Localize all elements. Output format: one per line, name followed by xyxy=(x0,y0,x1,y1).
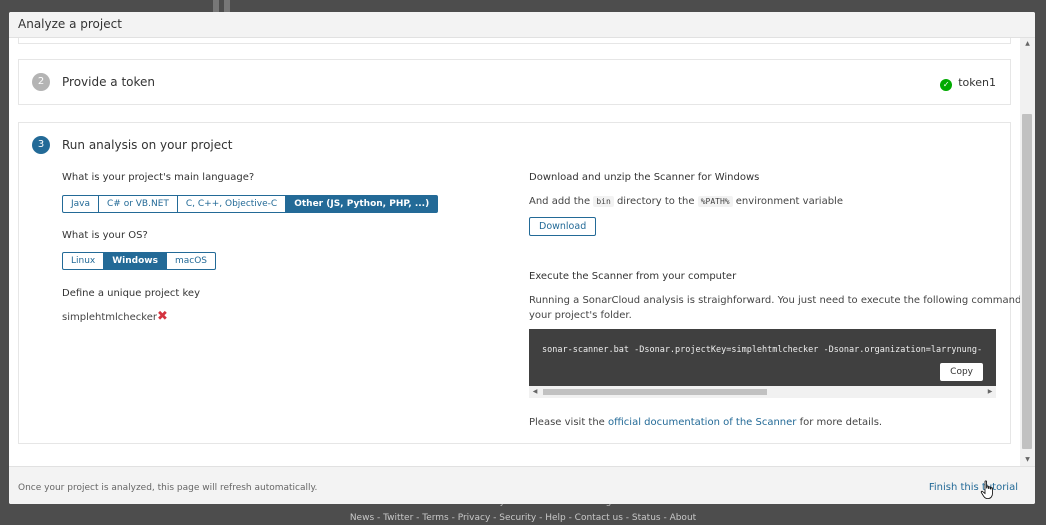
execute-description-line2: your project's folder. xyxy=(529,310,632,321)
scroll-down-icon[interactable]: ▼ xyxy=(1020,454,1035,466)
language-question: What is your project's main language? xyxy=(62,172,255,183)
project-key-label: Define a unique project key xyxy=(62,288,200,299)
add-path-instruction: And add the bin directory to the %PATH% … xyxy=(529,196,843,207)
download-button[interactable]: Download xyxy=(529,217,597,236)
step-number-3: 3 xyxy=(32,136,50,154)
language-selector: Java C# or VB.NET C, C++, Objective-C Ot… xyxy=(62,195,439,213)
scroll-right-icon[interactable]: ▶ xyxy=(984,386,996,398)
os-selector: Linux Windows macOS xyxy=(62,252,216,270)
step-title-run-analysis: Run analysis on your project xyxy=(62,138,233,152)
background-page-edge xyxy=(224,0,230,12)
language-option-csharp[interactable]: C# or VB.NET xyxy=(99,195,178,213)
execute-scanner-title: Execute the Scanner from your computer xyxy=(529,271,737,282)
scanner-instructions: Download and unzip the Scanner for Windo… xyxy=(529,123,1035,443)
path-code: %PATH% xyxy=(697,196,733,207)
scroll-left-icon[interactable]: ◀ xyxy=(529,386,541,398)
error-x-icon: ✖ xyxy=(157,309,168,324)
scroll-thumb[interactable] xyxy=(543,389,767,395)
visit-suffix: for more details. xyxy=(799,417,883,428)
finish-tutorial-link[interactable]: Finish this tutorial xyxy=(929,482,1018,493)
background-page-edge xyxy=(213,0,219,12)
language-option-c[interactable]: C, C++, Objective-C xyxy=(177,195,287,213)
os-question: What is your OS? xyxy=(62,230,148,241)
project-key-value: simplehtmlchecker xyxy=(62,312,157,323)
bin-code: bin xyxy=(593,196,614,207)
token-name: token1 xyxy=(958,76,996,89)
auto-refresh-note: Once your project is analyzed, this page… xyxy=(18,483,318,493)
modal-vertical-scrollbar[interactable]: ▲ ▼ xyxy=(1020,38,1035,466)
add-path-text-1: And add the xyxy=(529,196,591,207)
documentation-note: Please visit the official documentation … xyxy=(529,417,882,428)
language-option-other[interactable]: Other (JS, Python, PHP, ...) xyxy=(286,195,439,213)
step-title-provide-token: Provide a token xyxy=(62,75,156,89)
os-option-linux[interactable]: Linux xyxy=(62,252,105,270)
analyze-project-modal: Analyze a project 2 Provide a token ✓ tok… xyxy=(9,12,1035,504)
copy-button[interactable]: Copy xyxy=(940,363,983,381)
os-option-macos[interactable]: macOS xyxy=(166,252,216,270)
check-circle-icon: ✓ xyxy=(940,79,953,91)
add-path-text-3: environment variable xyxy=(735,196,843,207)
modal-title: Analyze a project xyxy=(18,17,122,31)
execute-description-line1: Running a SonarCloud analysis is straigh… xyxy=(529,295,1035,306)
documentation-link[interactable]: official documentation of the Scanner xyxy=(608,417,796,428)
token-status: ✓ token1 xyxy=(940,76,996,91)
background-footer-links: News - Twitter - Terms - Privacy - Secur… xyxy=(349,513,697,523)
code-horizontal-scrollbar[interactable]: ◀ ▶ xyxy=(529,386,996,398)
scroll-thumb[interactable] xyxy=(1022,114,1032,449)
scanner-command: sonar-scanner.bat -Dsonar.projectKey=sim… xyxy=(542,345,983,355)
previous-step-card xyxy=(18,38,1011,44)
modal-header: Analyze a project xyxy=(9,12,1035,38)
add-path-text-2: directory to the xyxy=(616,196,695,207)
visit-prefix: Please visit the xyxy=(529,417,605,428)
scroll-up-icon[interactable]: ▲ xyxy=(1020,38,1035,50)
language-option-java[interactable]: Java xyxy=(62,195,100,213)
modal-body: 2 Provide a token ✓ token1 3 Run analysis… xyxy=(9,38,1035,466)
background-page-footer: © 2008-2018 SonarCloud by SonarSource SA… xyxy=(0,497,1046,523)
step-run-analysis-card: 3 Run analysis on your project What is y… xyxy=(18,122,1035,444)
step-number-2: 2 xyxy=(32,73,50,91)
modal-footer: Once your project is analyzed, this page… xyxy=(9,466,1035,504)
step-provide-token-card: 2 Provide a token ✓ token1 xyxy=(18,59,1011,105)
os-option-windows[interactable]: Windows xyxy=(104,252,167,270)
download-scanner-title: Download and unzip the Scanner for Windo… xyxy=(529,172,760,183)
command-code-block: sonar-scanner.bat -Dsonar.projectKey=sim… xyxy=(529,329,996,386)
hand-cursor-icon xyxy=(980,480,993,499)
